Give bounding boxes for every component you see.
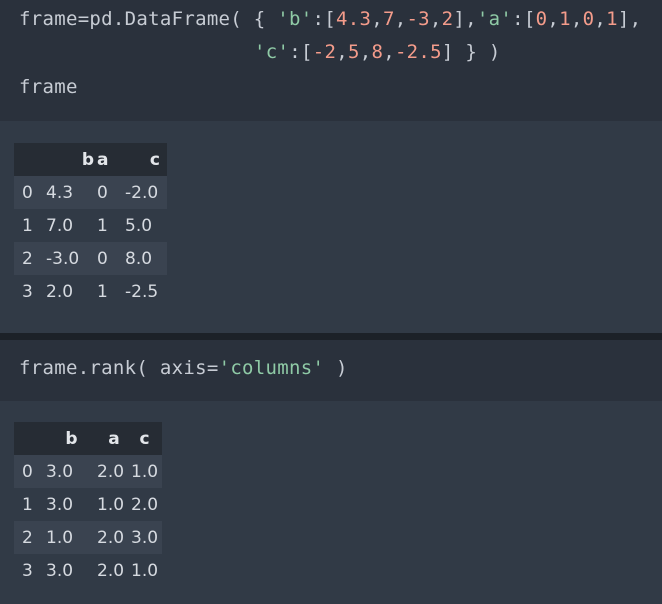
table-cell: 2.0 — [97, 461, 125, 482]
code-text: ) — [324, 357, 348, 379]
output-rank-table: b a c 0 3.0 2.0 1.0 1 3.0 1.0 2.0 2 1.0 … — [14, 422, 163, 587]
row-index: 3 — [22, 281, 33, 302]
table-cell: 0 — [97, 182, 108, 203]
column-header-c: c — [139, 428, 150, 449]
table-cell: -2.0 — [125, 182, 159, 203]
code-text: :[ — [512, 8, 536, 30]
table-cell: 1 — [97, 281, 108, 302]
string-literal: 'b' — [277, 8, 313, 30]
column-header-index — [14, 422, 46, 455]
number-literal: 7 — [382, 8, 395, 30]
table-row: 0 4.3 0 -2.0 — [14, 176, 167, 209]
code-cell-rank[interactable]: frame.rank( axis='columns' ) — [0, 340, 662, 401]
table-cell: 1 — [97, 215, 108, 236]
number-literal: 0 — [582, 8, 595, 30]
column-header-a: a — [97, 149, 109, 170]
table-cell: 3.0 — [131, 527, 159, 548]
column-header-a: a — [108, 428, 120, 449]
table-row: 2 1.0 2.0 3.0 — [14, 521, 163, 554]
table-cell: 2.0 — [46, 281, 74, 302]
code-line-1: frame.rank( axis='columns' ) — [19, 357, 348, 379]
code-text: frame.rank( axis — [19, 357, 207, 379]
table-cell: 4.3 — [46, 182, 74, 203]
table-cell: 2.0 — [97, 560, 125, 581]
number-literal: 8 — [371, 41, 384, 63]
number-literal: -2 — [312, 41, 337, 63]
column-header-c: c — [149, 149, 160, 170]
code-line-1: frame=pd.DataFrame( { 'b':[4.3,7,-3,2],'… — [19, 8, 642, 30]
number-literal: 5 — [347, 41, 360, 63]
output-dataframe-table: b a c 0 4.3 0 -2.0 1 7.0 1 5.0 2 -3.0 0 — [14, 143, 167, 308]
column-header-b: b — [65, 428, 78, 449]
column-header-b: b — [81, 149, 94, 170]
table-row: 3 2.0 1 -2.5 — [14, 275, 167, 308]
number-literal: 1 — [606, 8, 618, 30]
row-index: 0 — [22, 461, 33, 482]
row-index: 2 — [22, 527, 33, 548]
string-literal: 'columns' — [218, 357, 325, 379]
column-header-index — [14, 143, 46, 176]
number-literal: 0 — [535, 8, 548, 30]
number-literal: -2.5 — [394, 41, 442, 63]
dataframe-table: b a c 0 4.3 0 -2.0 1 7.0 1 5.0 2 -3.0 0 — [14, 143, 167, 308]
table-header-row: b a c — [14, 143, 167, 176]
table-cell: 8.0 — [125, 248, 153, 269]
table-row: 3 3.0 2.0 1.0 — [14, 554, 163, 587]
table-cell: 3.0 — [46, 494, 74, 515]
cell-divider — [0, 333, 662, 340]
table-row: 0 3.0 2.0 1.0 — [14, 455, 163, 488]
code-text: ], — [453, 8, 477, 30]
row-index: 2 — [22, 248, 33, 269]
row-index: 0 — [22, 182, 33, 203]
row-index: 1 — [22, 494, 33, 515]
code-text: ] } ) — [441, 41, 501, 63]
code-line-3: frame — [19, 76, 78, 98]
table-cell: 2.0 — [97, 527, 125, 548]
table-cell: 3.0 — [46, 560, 74, 581]
table-cell: 7.0 — [46, 215, 74, 236]
code-operator: = — [206, 357, 219, 379]
table-cell: 1.0 — [131, 461, 159, 482]
row-index: 1 — [22, 215, 33, 236]
row-index: 3 — [22, 560, 33, 581]
table-cell: -3.0 — [46, 248, 80, 269]
table-cell: -2.5 — [125, 281, 159, 302]
table-cell: 1.0 — [131, 560, 159, 581]
string-literal: 'a' — [476, 8, 513, 30]
code-line-2: 'c':[-2,5,8,-2.5] } ) — [254, 41, 501, 63]
table-cell: 3.0 — [46, 461, 74, 482]
table-row: 2 -3.0 0 8.0 — [14, 242, 167, 275]
table-header-row: b a c — [14, 422, 163, 455]
string-literal: 'c' — [254, 41, 290, 63]
table-cell: 1.0 — [97, 494, 125, 515]
number-literal: 2 — [441, 8, 454, 30]
table-row: 1 7.0 1 5.0 — [14, 209, 167, 242]
table-cell: 1.0 — [46, 527, 74, 548]
rank-table: b a c 0 3.0 2.0 1.0 1 3.0 1.0 2.0 2 1.0 … — [14, 422, 163, 587]
code-text: frame=pd.DataFrame( { — [19, 8, 278, 30]
number-literal: -3 — [406, 8, 430, 30]
table-cell: 2.0 — [131, 494, 159, 515]
code-text: :[ — [289, 41, 313, 63]
table-row: 1 3.0 1.0 2.0 — [14, 488, 163, 521]
code-text: :[ — [312, 8, 336, 30]
table-cell: 5.0 — [125, 215, 153, 236]
table-cell: 0 — [97, 248, 108, 269]
number-literal: 4.3 — [335, 8, 372, 30]
number-literal: 1 — [559, 8, 571, 30]
code-text: ], — [617, 8, 642, 30]
code-cell-dataframe[interactable]: frame=pd.DataFrame( { 'b':[4.3,7,-3,2],'… — [0, 0, 662, 121]
